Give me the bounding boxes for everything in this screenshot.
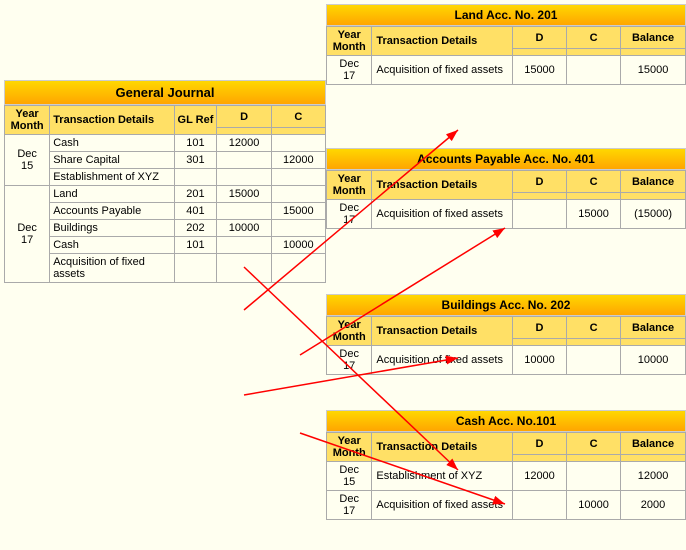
table-row: Dec17 Acquisition of fixed assets 10000 … [327,491,686,520]
row-details: Establishment of XYZ [50,169,174,186]
buildings-ledger: Buildings Acc. No. 202 YearMonth Transac… [326,294,686,375]
table-row: Dec17 Acquisition of fixed assets 10000 … [327,346,686,375]
table-row: Cash 101 10000 [5,237,326,254]
table-row: Share Capital 301 12000 [5,152,326,169]
table-row: Dec15 Cash 101 12000 [5,135,326,152]
gj-header-d: D [217,106,271,128]
table-row: Dec17 Land 201 15000 [5,186,326,203]
cash-ledger-table: YearMonth Transaction Details D C Balanc… [326,432,686,520]
cash-ledger: Cash Acc. No.101 YearMonth Transaction D… [326,410,686,520]
dec15-yearmonth: Dec15 [5,135,50,186]
table-row: Buildings 202 10000 [5,220,326,237]
gj-header-details: Transaction Details [50,106,174,135]
table-row: Dec17 Acquisition of fixed assets 15000 … [327,200,686,229]
ap-ledger-table: YearMonth Transaction Details D C Balanc… [326,170,686,229]
ap-ledger-title: Accounts Payable Acc. No. 401 [326,148,686,170]
row-details: Cash [50,135,174,152]
buildings-ledger-title: Buildings Acc. No. 202 [326,294,686,316]
ap-ledger: Accounts Payable Acc. No. 401 YearMonth … [326,148,686,229]
dec17-yearmonth: Dec17 [5,186,50,283]
cash-ledger-title: Cash Acc. No.101 [326,410,686,432]
row-details: Buildings [50,220,174,237]
general-journal-table: YearMonth Transaction Details GL Ref D C… [4,105,326,283]
gj-header-c: C [271,106,325,128]
row-details: Accounts Payable [50,203,174,220]
gj-header-gl: GL Ref [174,106,217,135]
gj-header-yearmonth: YearMonth [5,106,50,135]
land-ledger-title: Land Acc. No. 201 [326,4,686,26]
table-row: Dec15 Establishment of XYZ 12000 12000 [327,462,686,491]
row-details: Land [50,186,174,203]
row-details: Cash [50,237,174,254]
table-row: Accounts Payable 401 15000 [5,203,326,220]
table-row: Dec17 Acquisition of fixed assets 15000 … [327,56,686,85]
land-ledger: Land Acc. No. 201 YearMonth Transaction … [326,4,686,85]
general-journal-title: General Journal [4,80,326,105]
table-row: Acquisition of fixed assets [5,254,326,283]
land-ledger-table: YearMonth Transaction Details D C Balanc… [326,26,686,85]
row-details: Share Capital [50,152,174,169]
general-journal: General Journal YearMonth Transaction De… [4,80,326,283]
gj-header-row: YearMonth Transaction Details GL Ref D C [5,106,326,128]
row-details: Acquisition of fixed assets [50,254,174,283]
table-row: Establishment of XYZ [5,169,326,186]
buildings-ledger-table: YearMonth Transaction Details D C Balanc… [326,316,686,375]
